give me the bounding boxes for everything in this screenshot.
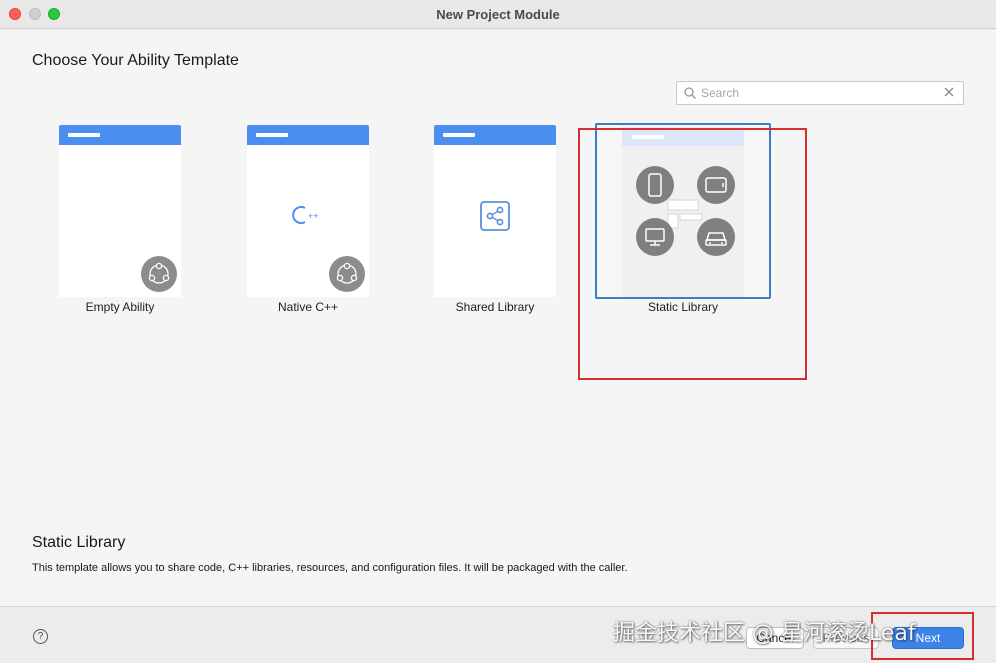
tablet-icon xyxy=(697,166,735,204)
template-label: Empty Ability xyxy=(85,300,155,314)
content-area: Choose Your Ability Template Empty Abili… xyxy=(0,30,996,606)
description-text: This template allows you to share code, … xyxy=(32,562,628,574)
template-label: Native C++ xyxy=(277,300,339,314)
template-card-static-library[interactable] xyxy=(595,123,771,299)
template-label: Shared Library xyxy=(455,300,535,314)
search-box[interactable] xyxy=(676,81,964,105)
tv-icon xyxy=(636,218,674,256)
template-card-empty-ability[interactable] xyxy=(59,125,181,297)
card-header-bar xyxy=(59,125,181,145)
help-button[interactable]: ? xyxy=(33,629,48,644)
car-icon xyxy=(697,218,735,256)
template-card-native-cpp[interactable]: ++ xyxy=(247,125,369,297)
cancel-button[interactable]: Cancel xyxy=(746,627,804,649)
ability-icon xyxy=(141,256,177,292)
card-header-bar xyxy=(247,125,369,145)
cpp-icon: ++ xyxy=(292,206,319,224)
card-header-bar xyxy=(434,125,556,145)
template-label: Static Library xyxy=(647,300,719,314)
ability-icon xyxy=(329,256,365,292)
phone-icon xyxy=(636,166,674,204)
svg-text:++: ++ xyxy=(308,211,319,221)
previous-button[interactable]: Previous xyxy=(813,627,879,649)
description-title: Static Library xyxy=(32,534,126,551)
template-card-shared-library[interactable] xyxy=(434,125,556,297)
next-button[interactable]: Next xyxy=(892,627,964,649)
search-input[interactable] xyxy=(701,84,931,102)
share-icon xyxy=(480,201,510,231)
clear-icon[interactable] xyxy=(943,86,955,98)
search-icon xyxy=(684,87,696,99)
page-title: Choose Your Ability Template xyxy=(32,52,239,69)
window-title: New Project Module xyxy=(436,7,560,22)
footer-bar: ? Cancel Previous Next 掘金技术社区 @ 星河滚烫Leaf xyxy=(0,606,996,663)
title-bar: New Project Module xyxy=(0,0,996,29)
